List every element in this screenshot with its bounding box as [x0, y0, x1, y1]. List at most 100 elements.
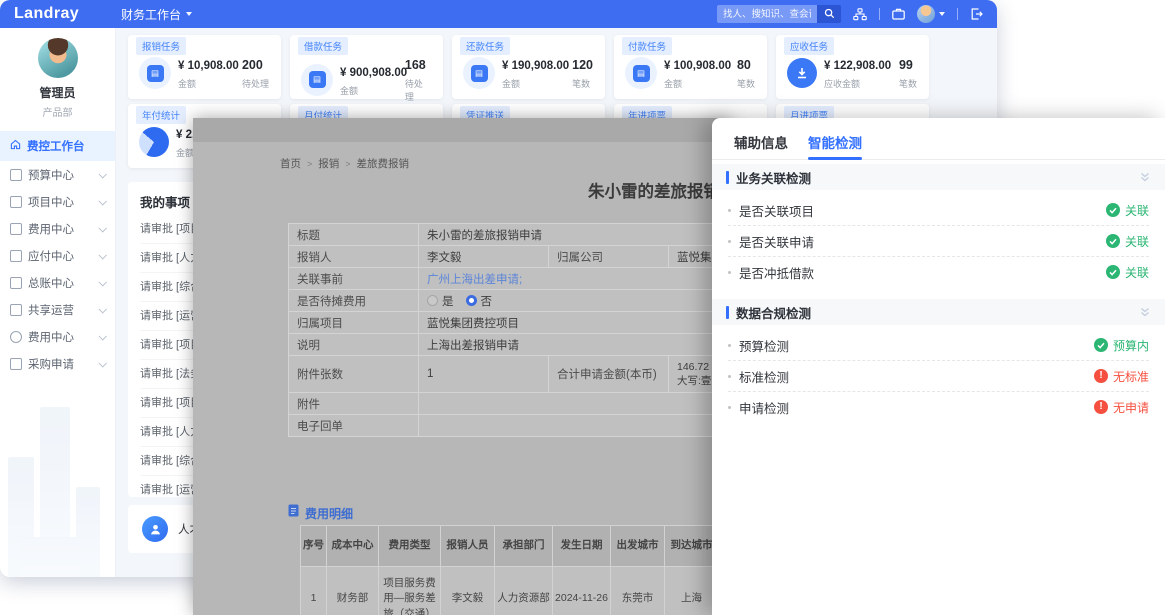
org-chart-icon[interactable] — [853, 8, 867, 21]
field-label-receipt: 电子回单 — [289, 415, 419, 437]
section-title: 数据合规检测 — [736, 303, 811, 322]
check-label: 是否冲抵借款 — [739, 263, 814, 282]
sidebar-item-ledger-center[interactable]: 总账中心 — [0, 269, 115, 296]
expense-detail-title: 费用明细 — [305, 505, 353, 522]
stat-card-receivable[interactable]: 应收任务 ¥ 122,908.00 应收金额 99 笔数 — [776, 35, 929, 99]
card-badge: 年付统计 — [136, 106, 186, 124]
person-icon — [142, 516, 168, 542]
chevron-down-icon — [98, 251, 106, 259]
document-title: 朱小雷的差旅报销申请 — [588, 178, 731, 202]
sidebar-item-purchase-request[interactable]: 采购申请 — [0, 350, 115, 377]
count-label: 笔数 — [899, 77, 917, 90]
section-accent-bar — [726, 171, 729, 184]
cell-date: 2024-11-26 — [553, 567, 611, 615]
avatar — [917, 5, 935, 23]
user-avatar-large[interactable] — [38, 38, 78, 78]
exclamation-circle-icon: ! — [1094, 369, 1108, 383]
card-body: ¥ 122,908.00 应收金额 99 笔数 — [787, 56, 921, 90]
business-relation-items: 是否关联项目 关联 是否关联申请 关联 是否冲抵借款 关联 — [712, 190, 1165, 287]
count-label: 待处理 — [242, 77, 269, 90]
sidebar-item-shared-operation[interactable]: 共享运营 — [0, 296, 115, 323]
sidebar-item-expense-center[interactable]: 费用中心 — [0, 215, 115, 242]
check-label: 标准检测 — [739, 367, 789, 386]
check-label: 申请检测 — [739, 398, 789, 417]
check-item-request-check: 申请检测 ! 无申请 — [728, 392, 1149, 422]
field-value-project: 蓝悦集团费控项目 — [419, 312, 731, 334]
global-search — [717, 5, 841, 23]
cart-icon — [10, 358, 22, 370]
menu-label: 项目中心 — [28, 194, 74, 210]
field-label-title: 标题 — [289, 224, 419, 246]
radio-no-checked[interactable] — [466, 295, 477, 306]
stat-card-repay[interactable]: 还款任务 ▤ ¥ 190,908.00 金额 120 笔数 — [452, 35, 605, 99]
check-label: 预算检测 — [739, 336, 789, 355]
search-button[interactable] — [817, 5, 841, 23]
check-label: 是否关联项目 — [739, 201, 814, 220]
building-watermark — [0, 367, 115, 577]
stat-card-payment[interactable]: 付款任务 ▤ ¥ 100,908.00 金额 80 笔数 — [614, 35, 767, 99]
stat-card-loan[interactable]: 借款任务 ▤ ¥ 900,908.00 金额 168 待处理 — [290, 35, 443, 99]
check-item-project: 是否关联项目 关联 — [728, 195, 1149, 226]
monitor-icon — [10, 196, 22, 208]
tab-assist-info[interactable]: 辅助信息 — [734, 132, 788, 159]
bullet-dot — [728, 271, 731, 274]
logout-icon[interactable] — [970, 8, 983, 20]
breadcrumb-home[interactable]: 首页 — [280, 156, 301, 171]
chevron-down-icon — [186, 12, 192, 16]
sidebar-item-project-center[interactable]: 项目中心 — [0, 188, 115, 215]
table-header-row: 序号 成本中心 费用类型 报销人员 承担部门 发生日期 出发城市 到达城市 — [301, 526, 719, 567]
related-request-link[interactable]: 广州上海出差申请; — [427, 271, 522, 287]
tab-smart-check[interactable]: 智能检测 — [808, 132, 862, 159]
cell-seq: 1 — [301, 567, 327, 615]
field-value-attach-count: 1 — [419, 356, 549, 393]
grid-icon — [10, 169, 22, 181]
section-data-compliance[interactable]: 数据合规检测 — [712, 299, 1165, 325]
check-label: 是否关联申请 — [739, 232, 814, 251]
chevron-down-icon — [98, 332, 106, 340]
amount-label: 金额 — [340, 84, 405, 97]
sidebar-item-expense-center-2[interactable]: 费用中心 — [0, 323, 115, 350]
document-icon — [288, 504, 299, 522]
field-label-project: 归属项目 — [289, 312, 419, 334]
chevron-down-icon — [98, 170, 106, 178]
count-label: 笔数 — [572, 77, 593, 90]
sidebar: 管理员 产品部 费控工作台 预算中心 项目中心 费用中心 — [0, 28, 116, 577]
status-text: 预算内 — [1113, 337, 1149, 354]
sidebar-item-budget-center[interactable]: 预算中心 — [0, 161, 115, 188]
breadcrumb-reimburse[interactable]: 报销 — [318, 156, 339, 171]
stat-card-reimburse[interactable]: 报销任务 ▤ ¥ 10,908.00 金额 200 待处理 — [128, 35, 281, 99]
cell-cost-center: 财务部 — [327, 567, 379, 615]
bullet-dot — [728, 375, 731, 378]
total-amount: 146.72 — [677, 360, 709, 374]
breadcrumb-separator: > — [345, 159, 350, 169]
menu-label: 共享运营 — [28, 302, 74, 318]
amount-label: 金额 — [664, 77, 731, 90]
navbar-right — [717, 5, 983, 23]
active-tab-underline — [808, 157, 862, 160]
repay-icon: ▤ — [463, 57, 495, 89]
menu-label: 预算中心 — [28, 167, 74, 183]
sidebar-item-payable-center[interactable]: 应付中心 — [0, 242, 115, 269]
amount: ¥ 190,908.00 — [502, 60, 569, 72]
section-business-relation[interactable]: 业务关联检测 — [712, 164, 1165, 190]
check-status: 关联 — [1106, 264, 1149, 281]
bullet-dot — [728, 344, 731, 347]
amount-label: 金额 — [178, 77, 239, 90]
field-value-title: 朱小雷的差旅报销申请 — [419, 224, 731, 246]
field-label-company: 归属公司 — [549, 246, 669, 268]
user-avatar[interactable] — [917, 5, 945, 23]
sidebar-item-expense-workbench[interactable]: 费控工作台 — [0, 131, 115, 161]
search-input[interactable] — [717, 5, 817, 23]
radio-yes[interactable] — [427, 295, 438, 306]
donut-chart-icon — [139, 127, 169, 157]
briefcase-icon[interactable] — [892, 8, 905, 20]
workspace-switcher[interactable]: 财务工作台 — [121, 6, 192, 23]
check-status: ! 无标准 — [1094, 368, 1149, 385]
col-claimant: 报销人员 — [441, 526, 495, 567]
count-label: 笔数 — [737, 77, 755, 90]
menu-label: 费用中心 — [28, 221, 74, 237]
search-icon — [824, 7, 835, 22]
col-seq: 序号 — [301, 526, 327, 567]
amount: ¥ 100,908.00 — [664, 60, 731, 72]
check-status: ! 无申请 — [1094, 399, 1149, 416]
